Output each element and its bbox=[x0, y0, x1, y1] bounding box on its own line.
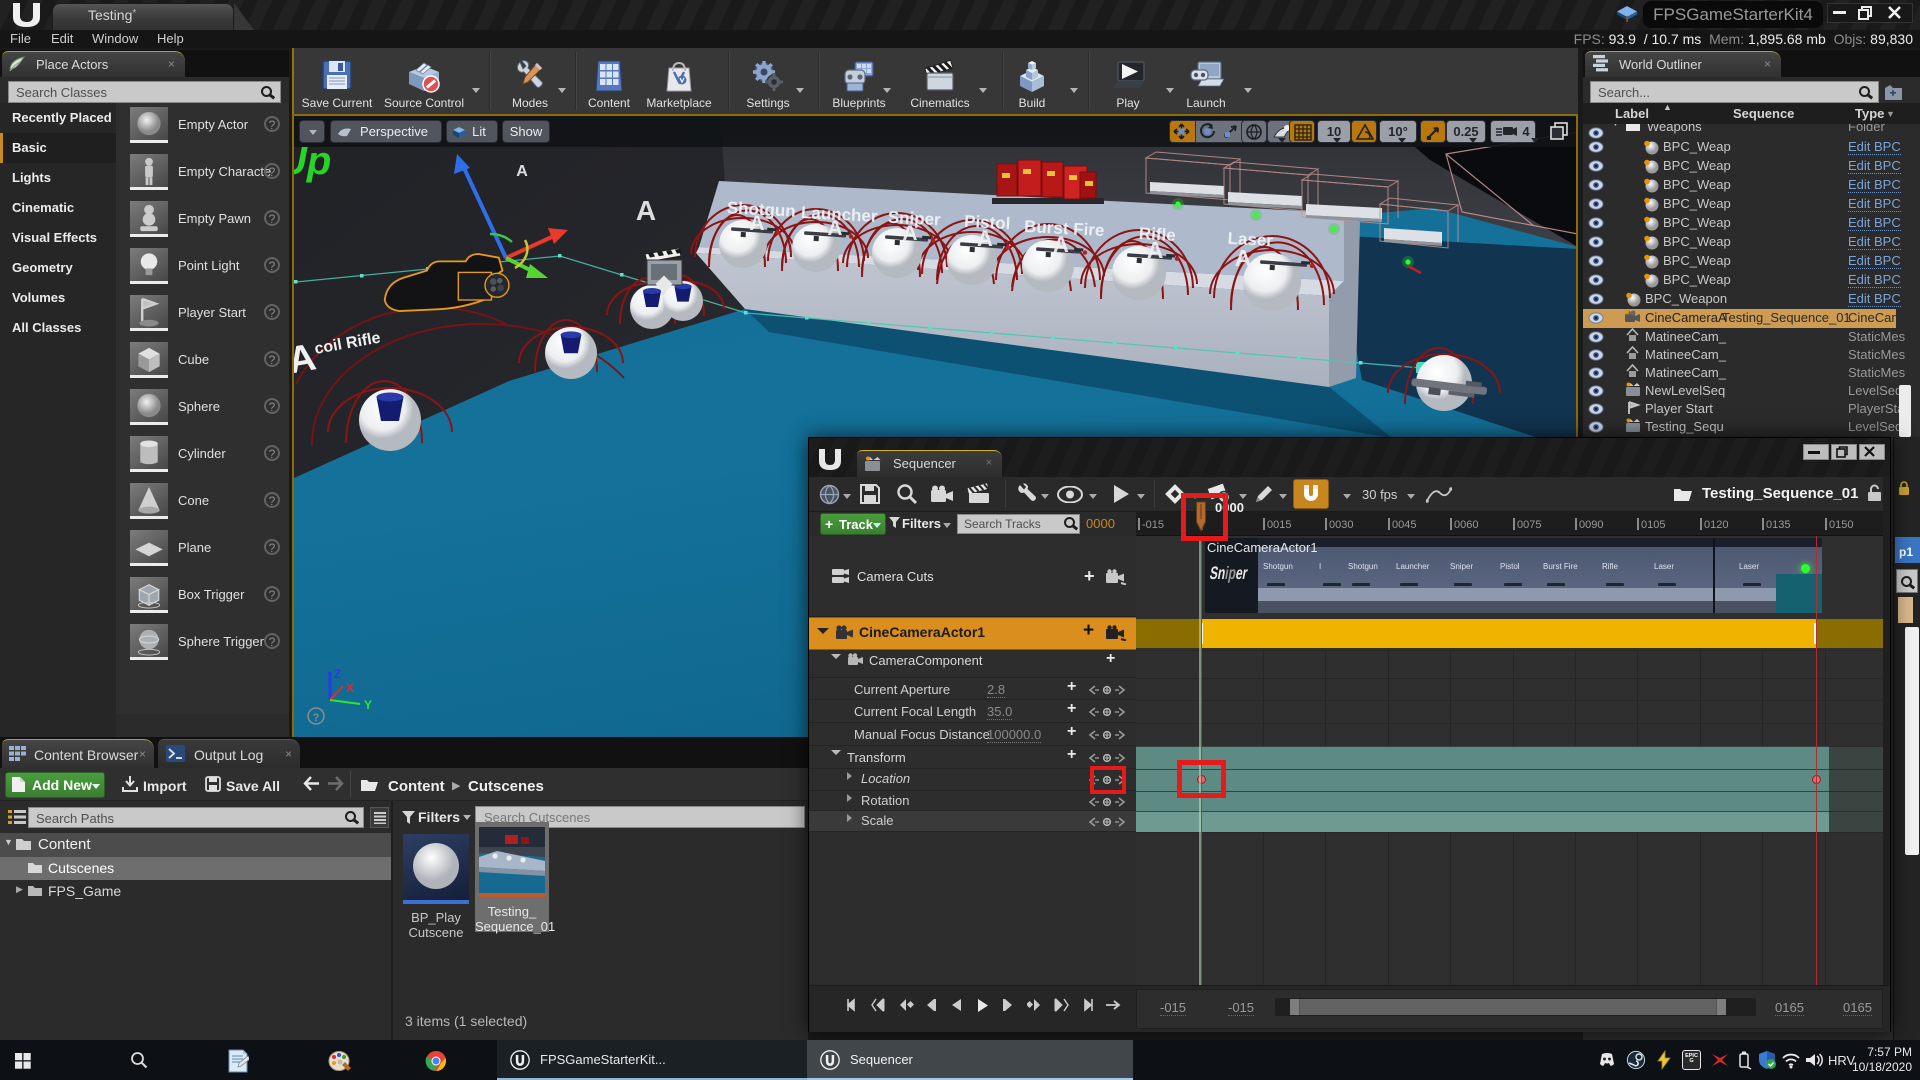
svg-text:A: A bbox=[977, 226, 993, 251]
svg-text:A: A bbox=[1147, 237, 1164, 263]
svg-text:A: A bbox=[1235, 245, 1252, 271]
svg-text:A: A bbox=[827, 217, 842, 240]
svg-text:A: A bbox=[636, 195, 656, 226]
svg-text:A: A bbox=[902, 222, 917, 245]
svg-text:X: X bbox=[346, 681, 354, 695]
svg-text:Z: Z bbox=[334, 667, 341, 681]
svg-text:+: + bbox=[1889, 86, 1896, 100]
svg-text:?: ? bbox=[313, 712, 320, 724]
svg-text:A: A bbox=[1053, 232, 1069, 257]
svg-text:A: A bbox=[516, 163, 528, 180]
svg-text:Y: Y bbox=[364, 698, 372, 712]
svg-text:A: A bbox=[749, 212, 764, 235]
